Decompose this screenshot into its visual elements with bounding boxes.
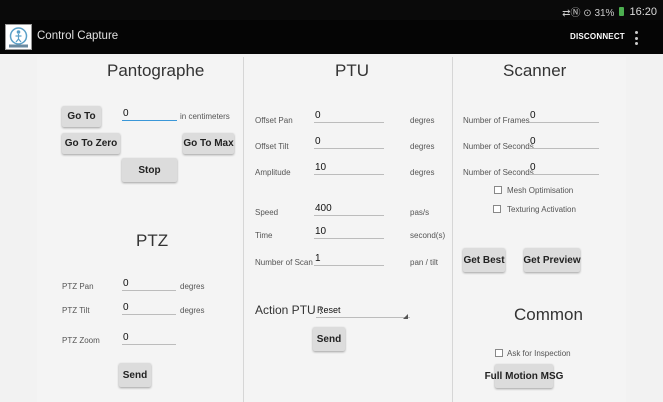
ask-for-inspection-checkbox[interactable]: [495, 349, 503, 357]
go-to-button[interactable]: Go To: [62, 106, 101, 127]
offset-tilt-unit: degres: [410, 142, 435, 151]
get-best-button[interactable]: Get Best: [463, 248, 505, 272]
number-of-scan-unit: pan / tilt: [410, 258, 439, 267]
speed-label: Speed: [255, 208, 279, 217]
offset-pan-unit: degres: [410, 116, 435, 125]
number-of-scan-label: Number of Scan: [255, 258, 313, 267]
number-of-seconds-input[interactable]: 0: [529, 136, 599, 149]
time-label: Time: [255, 231, 273, 240]
ptz-tilt-unit: degres: [180, 306, 205, 315]
ptz-tilt-input[interactable]: 0: [122, 302, 176, 315]
texturing-activation-label: Texturing Activation: [507, 205, 576, 214]
time-unit: second(s): [410, 231, 446, 240]
action-ptu-dropdown[interactable]: Reset: [316, 305, 410, 318]
time-input[interactable]: 10: [314, 226, 384, 239]
offset-pan-label: Offset Pan: [255, 116, 293, 125]
ptz-send-button[interactable]: Send: [119, 363, 151, 387]
scanner-title: Scanner: [503, 61, 567, 80]
dropdown-arrow-icon: [403, 314, 408, 319]
go-to-max-button[interactable]: Go To Max: [183, 133, 234, 154]
common-title: Common: [514, 305, 583, 324]
ptu-title: PTU: [335, 61, 369, 80]
stop-button[interactable]: Stop: [122, 158, 177, 182]
status-indicators: ⇄Ⓝ ⊙ 31%: [562, 8, 615, 19]
divider: [243, 57, 244, 402]
ptz-pan-unit: degres: [180, 282, 205, 291]
offset-tilt-input[interactable]: 0: [314, 136, 384, 149]
battery-icon: [619, 7, 625, 16]
texturing-activation-checkbox[interactable]: [493, 205, 501, 213]
number-of-seconds-label: Number of Seconds: [463, 168, 534, 177]
app-title: Control Capture: [37, 30, 119, 42]
number-of-scan-input[interactable]: 1: [314, 253, 384, 266]
mesh-optimisation-checkbox[interactable]: [494, 186, 502, 194]
offset-tilt-label: Offset Tilt: [255, 142, 289, 151]
speed-unit: pas/s: [410, 208, 430, 217]
ptz-pan-label: PTZ Pan: [62, 282, 94, 291]
ptz-zoom-label: PTZ Zoom: [62, 336, 100, 345]
number-of-frames-input[interactable]: 0: [529, 110, 599, 123]
app-bar: Control Capture DISCONNECT: [0, 20, 663, 54]
get-preview-button[interactable]: Get Preview: [523, 248, 581, 272]
ptu-send-button[interactable]: Send: [313, 327, 345, 351]
amplitude-label: Amplitude: [255, 168, 291, 177]
amplitude-unit: degres: [410, 168, 435, 177]
status-bar: ⇄Ⓝ ⊙ 31% 16:20: [0, 0, 663, 20]
speed-input[interactable]: 400: [314, 203, 384, 216]
ask-for-inspection-label: Ask for Inspection: [507, 349, 571, 358]
ptz-title: PTZ: [136, 231, 169, 250]
pantographe-title: Pantographe: [107, 61, 205, 80]
number-of-seconds-input[interactable]: 0: [529, 162, 599, 175]
app-logo-icon: [5, 24, 32, 50]
overflow-menu-icon[interactable]: [632, 30, 640, 46]
divider: [452, 57, 453, 402]
ptz-zoom-input[interactable]: 0: [122, 332, 176, 345]
mesh-optimisation-label: Mesh Optimisation: [507, 186, 574, 195]
goto-position-input[interactable]: 0: [122, 108, 177, 121]
ptz-pan-input[interactable]: 0: [122, 278, 176, 291]
status-time: 16:20: [629, 5, 657, 18]
amplitude-input[interactable]: 10: [314, 162, 384, 175]
number-of-seconds-label: Number of Seconds: [463, 142, 534, 151]
go-to-zero-button[interactable]: Go To Zero: [62, 133, 120, 154]
full-motion-msg-button[interactable]: Full Motion MSG: [485, 364, 563, 388]
offset-pan-input[interactable]: 0: [314, 110, 384, 123]
goto-unit-label: in centimeters: [180, 112, 230, 121]
action-ptu-label: Action PTU :: [255, 303, 323, 317]
ptz-tilt-label: PTZ Tilt: [62, 306, 90, 315]
number-of-frames-label: Number of Frames: [463, 116, 530, 125]
disconnect-button[interactable]: DISCONNECT: [570, 32, 625, 41]
